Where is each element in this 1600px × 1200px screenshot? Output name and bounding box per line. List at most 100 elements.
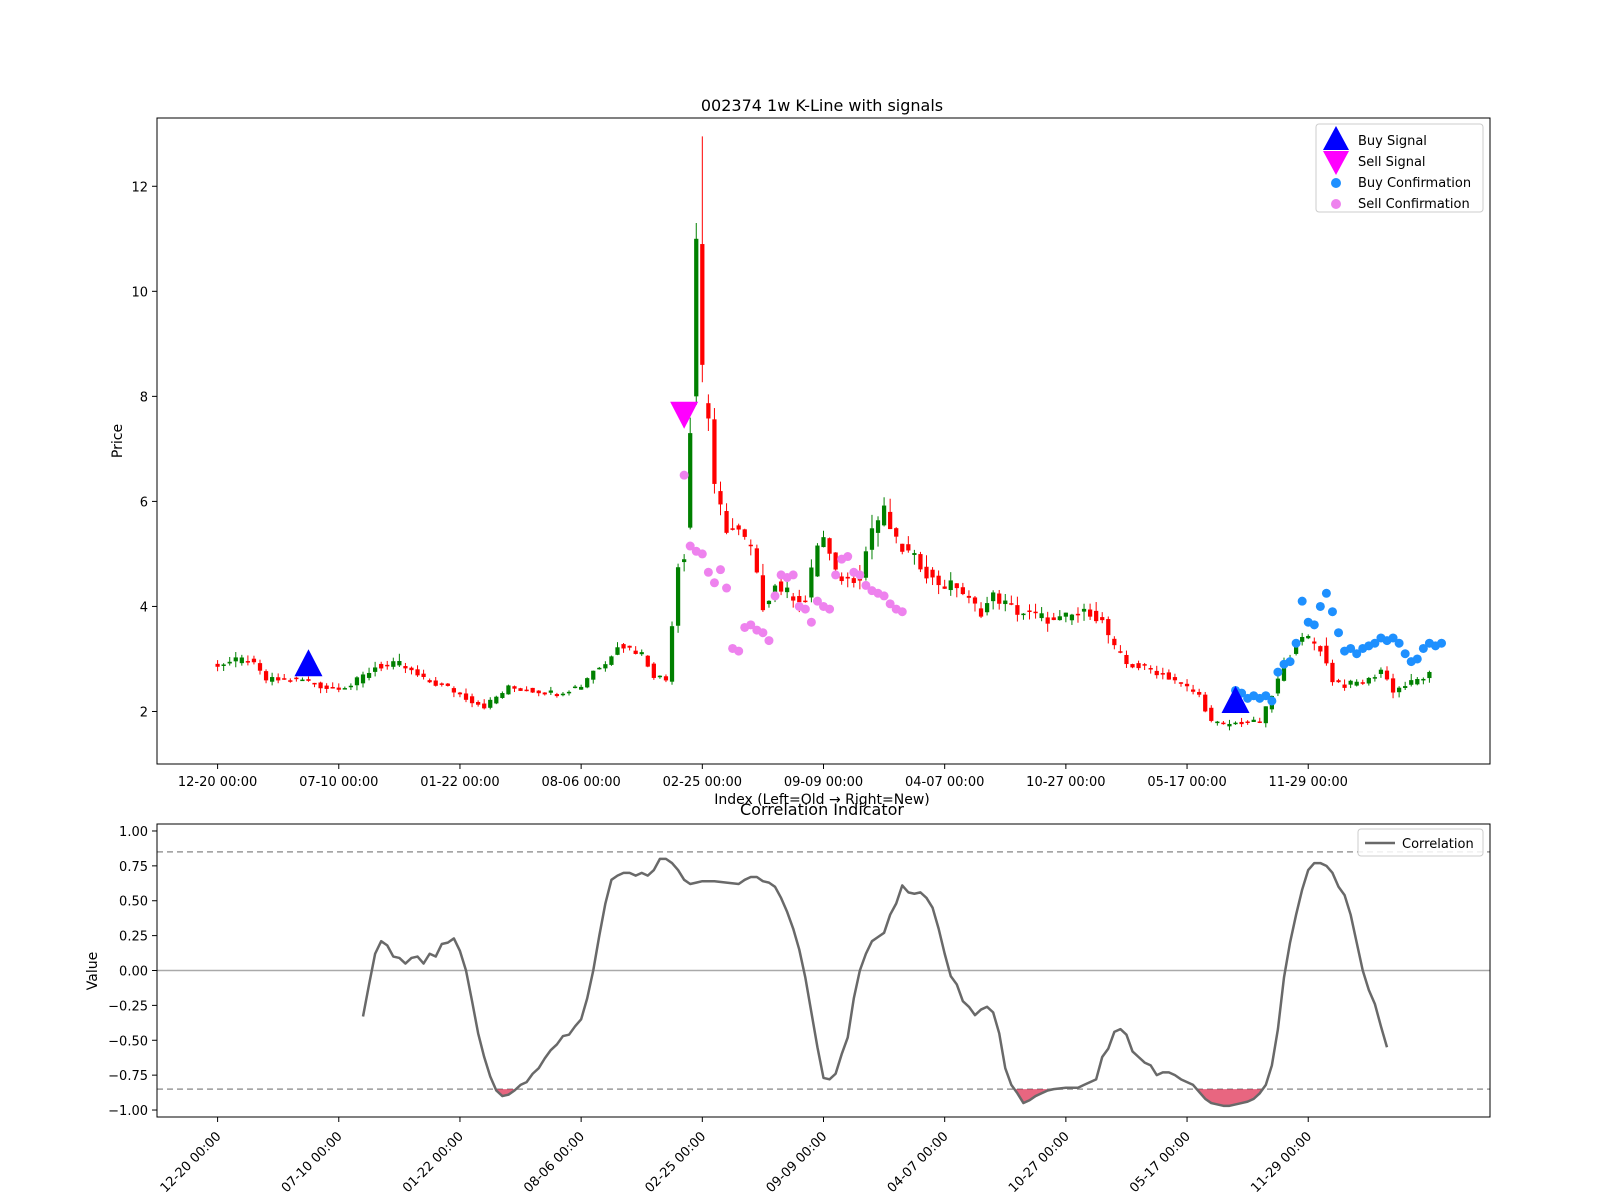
buy-confirmation-point	[1285, 657, 1295, 667]
candle	[1112, 636, 1117, 650]
candle-body	[1190, 689, 1196, 692]
candle	[433, 676, 438, 687]
correlation-y-tick-label: 1.00	[119, 825, 148, 840]
candle	[1197, 688, 1202, 698]
candle-body	[379, 663, 384, 669]
candle-body	[1227, 723, 1232, 727]
candle	[1415, 677, 1420, 686]
kline-y-axis: 2 4 6 8 10 12	[131, 180, 157, 720]
sell-confirmation-point	[800, 604, 810, 614]
kline-title: 002374 1w K-Line with signals	[701, 96, 943, 115]
candle-body	[518, 688, 523, 691]
candle	[1390, 673, 1396, 699]
sell-confirmation-point	[697, 549, 707, 559]
candle	[894, 527, 899, 544]
candle-body	[385, 664, 390, 667]
sell-confirmation-point	[897, 607, 907, 617]
candle-body	[815, 545, 820, 577]
candle-body	[263, 671, 269, 681]
candle	[445, 683, 450, 687]
candle-body	[863, 551, 869, 578]
kline-panel: 002374 1w K-Line with signals 2 4 6 8 10 12 1…	[110, 96, 1491, 808]
candle-body	[1263, 706, 1268, 724]
candle-body	[1390, 678, 1396, 693]
candle-body	[494, 696, 499, 704]
candle	[251, 655, 257, 665]
candle	[385, 660, 390, 670]
candle	[663, 674, 669, 683]
candle	[1136, 660, 1141, 671]
sell-confirmation-point	[758, 628, 768, 638]
candle-body	[294, 677, 299, 680]
candle	[754, 544, 759, 574]
candle	[1075, 607, 1081, 623]
legend-label: Sell Confirmation	[1358, 197, 1470, 212]
candle	[609, 655, 614, 666]
sell-confirmation-point	[843, 552, 853, 562]
candle-body	[1306, 635, 1311, 639]
kline-axes-frame	[156, 117, 1491, 765]
candle-body	[706, 403, 711, 419]
sell-confirmation-point	[831, 570, 841, 580]
buy-confirmation-point	[1297, 596, 1307, 606]
candle-body	[1184, 683, 1190, 687]
candle-body	[948, 580, 953, 591]
candle	[348, 683, 354, 691]
candle	[1172, 673, 1178, 684]
candle-body	[627, 645, 632, 648]
candle-body	[645, 655, 650, 667]
candle-body	[954, 583, 959, 589]
candle	[1051, 612, 1056, 621]
candle-body	[1130, 664, 1135, 668]
candle-body	[1209, 707, 1214, 721]
candle-body	[397, 661, 402, 666]
kline-x-tick-label: 09-09 00:00	[784, 775, 863, 790]
buy-confirmation-point	[1437, 638, 1447, 648]
candle	[1403, 681, 1408, 691]
candle-body	[1275, 678, 1281, 694]
candle	[1221, 721, 1226, 725]
candle-body	[1354, 681, 1359, 686]
candle	[1130, 663, 1135, 669]
correlation-y-tick-label: −1.00	[108, 1104, 148, 1119]
candle	[1318, 645, 1323, 657]
candle-body	[1166, 672, 1171, 680]
candle	[682, 554, 687, 572]
candle-body	[554, 694, 560, 697]
candle	[863, 546, 869, 581]
candle-body	[1384, 670, 1390, 680]
kline-x-tick-label: 07-10 00:00	[299, 775, 378, 790]
below-threshold-fill	[1196, 1089, 1263, 1106]
candle	[354, 676, 360, 691]
candle-body	[579, 686, 584, 690]
candle-body	[566, 691, 572, 694]
candle	[263, 669, 269, 684]
correlation-panel: Correlation Indicator −1.00 −0.75 −0.50 −0.…	[85, 800, 1491, 1196]
candle	[1124, 650, 1129, 668]
kline-x-tick-label: 11-29 00:00	[1269, 775, 1348, 790]
candle-body	[276, 677, 281, 681]
candle	[972, 596, 978, 612]
candle	[1396, 686, 1402, 698]
candle	[1300, 632, 1305, 646]
candle	[579, 684, 584, 690]
candle	[809, 559, 814, 603]
candle-body	[1178, 682, 1184, 684]
kline-x-tick-label: 10-27 00:00	[1026, 775, 1105, 790]
candle-body	[415, 669, 420, 676]
candle	[500, 691, 505, 699]
candle	[924, 555, 929, 584]
kline-y-tick-label: 4	[140, 600, 148, 615]
candle	[948, 572, 953, 596]
sell-confirmation-point	[722, 583, 732, 593]
correlation-x-tick-label: 10-27 00:00	[1006, 1129, 1073, 1196]
candle	[469, 693, 475, 708]
candle	[1003, 593, 1008, 612]
candle	[791, 592, 796, 608]
candle-body	[288, 680, 293, 682]
candle	[730, 518, 735, 531]
candle-body	[1318, 646, 1323, 652]
candle	[918, 551, 923, 573]
candle	[936, 570, 941, 595]
candle	[1378, 667, 1384, 678]
